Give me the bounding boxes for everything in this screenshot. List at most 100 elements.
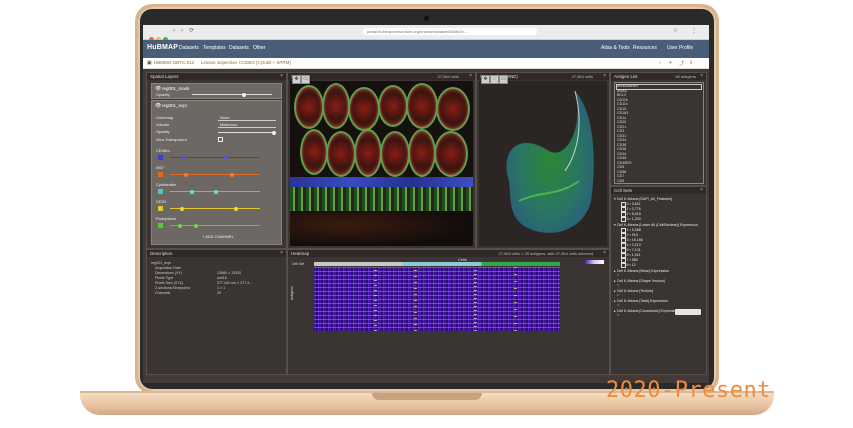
antigen-item[interactable]: CD45 <box>617 156 626 160</box>
cell-set-item[interactable]: 1 ▪ 2,776 <box>621 207 641 212</box>
antigen-item[interactable]: CD38 <box>617 147 626 151</box>
antigen-item[interactable]: CD31 <box>617 134 626 138</box>
opacity-slider[interactable] <box>218 130 276 135</box>
close-icon[interactable]: × <box>280 73 283 80</box>
pan-tool-icon[interactable]: ✥ <box>481 75 490 84</box>
nav-item-user-profile[interactable]: User Profile <box>667 45 693 51</box>
share-icon[interactable]: ⤴ <box>679 60 684 67</box>
browser-menu-icon[interactable]: ⋮ <box>691 28 697 35</box>
cell-set-group[interactable]: ▸ Cell K-Means [Covariance] Expression <box>614 309 678 313</box>
cell-set-item[interactable]: 6 ▪ 1,011 <box>621 253 641 258</box>
cell-set-group[interactable]: ▸ Cell K-Means [Total] Expression <box>614 299 668 303</box>
channel-name[interactable]: CD45ro <box>156 148 170 153</box>
channel-slider[interactable] <box>170 189 260 194</box>
close-icon[interactable]: × <box>700 187 703 194</box>
heatmap-canvas[interactable] <box>314 267 560 331</box>
cell-set-visibility-icon[interactable]: ○ <box>617 293 619 297</box>
antigen-item[interactable]: CD44 <box>617 152 626 156</box>
antigen-item[interactable]: CD68 <box>617 170 626 174</box>
cell-set-item[interactable]: 3 ▪ 1,203 <box>621 217 641 222</box>
antigen-item[interactable]: CD1c <box>617 116 626 120</box>
cell-set-item[interactable]: 3 ▪ 16,166 <box>621 238 643 243</box>
antigen-item[interactable]: CD11c <box>617 102 628 106</box>
cell-set-visibility-icon[interactable]: ○ <box>617 273 619 277</box>
nav-item-datasets-2[interactable]: Datasets <box>229 45 249 51</box>
cell-set-visibility-icon[interactable]: ○ <box>617 313 619 317</box>
channel-slider[interactable] <box>170 155 260 160</box>
forward-button[interactable]: › <box>181 28 183 35</box>
close-icon[interactable]: × <box>469 73 472 80</box>
breadcrumb-item-2[interactable]: CODEX [Cytokit + SPRM] <box>239 60 291 65</box>
nav-item-resources[interactable]: Resources <box>633 45 657 51</box>
channel-name[interactable]: Cytokeratin <box>156 182 176 187</box>
channel-slider[interactable] <box>170 172 260 177</box>
channel-color-swatch[interactable] <box>158 189 163 194</box>
nav-item-atlas-tools[interactable]: Atlas & Tools <box>601 45 630 51</box>
cell-set-item[interactable]: 0 ▪ 3,611 <box>621 202 641 207</box>
select-tool-icon[interactable]: ▭ <box>301 75 310 84</box>
cell-set-visibility-icon[interactable]: ○ <box>617 303 619 307</box>
antigen-item[interactable]: BCL2 <box>617 93 626 97</box>
antigen-item[interactable]: CD3 <box>617 129 624 133</box>
hubmap-logo[interactable]: HuBMAP <box>147 44 178 51</box>
antigen-item[interactable]: aSMA <box>617 89 627 93</box>
pan-tool-icon[interactable]: ✥ <box>292 75 301 84</box>
channel-color-swatch[interactable] <box>158 172 163 177</box>
add-icon[interactable]: + <box>669 60 672 66</box>
channel-name[interactable]: CD31 <box>156 199 166 204</box>
close-icon[interactable]: × <box>700 73 703 80</box>
heatmap-cell-set-bar[interactable] <box>314 262 560 266</box>
antigen-item[interactable]: CD5 <box>617 165 624 169</box>
back-button[interactable]: ‹ <box>173 28 175 35</box>
channel-name[interactable]: Ki67 <box>156 165 164 170</box>
antigen-item[interactable]: CD8 <box>617 179 624 183</box>
cell-set-group[interactable]: ▾ Cell K-Means [Lower All (Cell/Nuclear)… <box>614 223 698 227</box>
cell-set-group[interactable]: ▸ Cell K-Means [Mean] Expression <box>614 269 669 273</box>
channel-color-swatch[interactable] <box>158 155 163 160</box>
select-tool-icon[interactable]: ▭ <box>499 75 508 84</box>
breadcrumb-item-1[interactable]: Lesson inspection <box>201 60 237 65</box>
cell-set-toolbar[interactable] <box>675 309 701 315</box>
address-bar[interactable]: portal.hubmapconsortium.org/browse/datas… <box>363 28 537 35</box>
cell-set-group[interactable]: ▸ Cell K-Means [Texture] <box>614 289 653 293</box>
nav-item-templates[interactable]: Templates <box>203 45 226 51</box>
cell-set-item[interactable]: 4 ▪ 2,213 <box>621 243 641 248</box>
bookmark-star-icon[interactable]: ☆ <box>673 28 678 35</box>
opacity-slider[interactable] <box>192 92 272 97</box>
cell-set-group[interactable]: ▸ Cell K-Means [Shape Vectors] <box>614 279 665 283</box>
antigen-item[interactable]: CD7 <box>617 174 624 178</box>
cell-set-item[interactable]: 7 ▪ 580 <box>621 258 638 263</box>
cell-set-item[interactable]: 8 ▪ 12 <box>621 263 636 268</box>
tsne-scatterplot[interactable] <box>479 81 607 246</box>
eye-icon[interactable]: 👁 <box>155 103 161 109</box>
tissue-image[interactable] <box>290 81 473 246</box>
cell-set-item[interactable]: 1 ▪ 5,388 <box>621 228 641 233</box>
antigen-item[interactable]: CD21 <box>617 125 626 129</box>
channel-name[interactable]: Podoplanin <box>156 216 176 221</box>
antigen-item[interactable]: CD45RO <box>617 161 632 165</box>
channel-color-swatch[interactable] <box>158 206 163 211</box>
nav-item-other[interactable]: Other <box>253 45 266 51</box>
zero-transparent-checkbox[interactable] <box>218 137 223 142</box>
channel-slider[interactable] <box>170 223 260 228</box>
cell-set-item[interactable]: 2 ▪ 910 <box>621 233 638 238</box>
reload-button[interactable]: ⟳ <box>189 28 194 35</box>
antigen-item[interactable]: CD163 <box>617 111 628 115</box>
download-icon[interactable]: ⬇ <box>689 60 693 66</box>
antigen-item[interactable]: aSMAblaned <box>617 84 638 88</box>
cell-set-item[interactable]: 2 ▪ 6,018 <box>621 212 641 217</box>
antigen-item[interactable]: CD15 <box>617 107 626 111</box>
channel-slider[interactable] <box>170 206 260 211</box>
cell-set-item[interactable]: 5 ▪ 7,131 <box>621 248 641 253</box>
antigen-item[interactable]: CD20 <box>617 120 626 124</box>
channel-color-swatch[interactable] <box>158 223 163 228</box>
close-icon[interactable]: × <box>603 250 606 257</box>
close-icon[interactable]: × <box>603 73 606 80</box>
add-channel-button[interactable]: + ADD CHANNEL <box>202 234 234 239</box>
antigen-item[interactable]: CD36 <box>617 143 626 147</box>
close-icon[interactable]: × <box>280 250 283 257</box>
antigen-item[interactable]: CD11b <box>617 98 628 102</box>
antigen-item[interactable]: CD34 <box>617 138 626 142</box>
dataset-id-link[interactable]: HBM694.GBTC.612 <box>154 60 194 65</box>
lasso-tool-icon[interactable]: ◌ <box>490 75 499 84</box>
